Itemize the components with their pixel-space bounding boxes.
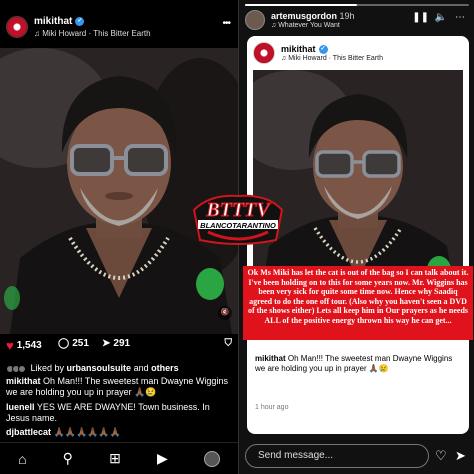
- comment-text: 🙏🏾🙏🏾🙏🏾🙏🏾🙏🏾🙏🏾: [53, 427, 121, 437]
- avatar[interactable]: [245, 10, 265, 30]
- create-icon[interactable]: ⊞: [109, 450, 121, 467]
- audio-label: Miki Howard · This Bitter Earth: [42, 29, 151, 38]
- search-icon[interactable]: ⚲: [63, 450, 73, 467]
- story-time: 19h: [339, 11, 355, 21]
- more-options-icon[interactable]: •••: [222, 18, 230, 29]
- comment-item: luenell YES WE ARE DWAYNE! Town business…: [6, 402, 232, 424]
- pause-icon[interactable]: ❚❚: [412, 12, 429, 23]
- post-audio[interactable]: ♫ Miki Howard · This Bitter Earth: [34, 29, 151, 38]
- bookmark-icon: ⛉: [224, 338, 233, 349]
- verified-badge-icon: ✓: [75, 17, 85, 26]
- story-username[interactable]: artemusgordon 19h: [271, 11, 355, 21]
- heart-icon: ♥: [6, 338, 14, 353]
- story-text-banner: Ok Ms Miki has let the cat is out of the…: [243, 266, 473, 340]
- home-icon[interactable]: ⌂: [18, 451, 26, 467]
- comment-text: YES WE ARE DWAYNE! Town business. In Jes…: [6, 402, 210, 423]
- liked-by-and: and: [131, 363, 152, 373]
- heart-icon[interactable]: ♡: [435, 448, 447, 464]
- comment-icon: ◯: [58, 338, 70, 349]
- comment-item: djbattlecat 🙏🏾🙏🏾🙏🏾🙏🏾🙏🏾🙏🏾: [6, 427, 232, 438]
- send-message-placeholder: Send message...: [258, 450, 334, 461]
- card-timestamp: 1 hour ago: [255, 404, 289, 411]
- story-audio[interactable]: ♫ Whatever You Want: [271, 22, 340, 29]
- reels-icon[interactable]: ▶: [157, 450, 168, 467]
- story-progress-fill: [245, 4, 357, 6]
- profile-avatar[interactable]: [203, 450, 220, 467]
- more-options-icon[interactable]: ⋯: [455, 12, 465, 23]
- liked-by-others[interactable]: others: [151, 363, 179, 373]
- share-count: 291: [113, 338, 131, 349]
- liked-by-user[interactable]: urbansoulsuite: [67, 363, 132, 373]
- card-username: mikithat ✓: [281, 44, 328, 54]
- send-message-input[interactable]: Send message...: [245, 444, 429, 468]
- bottom-nav: ⌂ ⚲ ⊞ ▶: [0, 442, 238, 474]
- comment-username[interactable]: djbattlecat: [6, 427, 51, 437]
- card-comment: mikithat Oh Man!!! The sweetest man Dway…: [255, 354, 461, 374]
- card-header: mikithat ✓ ♫ Miki Howard · This Bitter E…: [253, 42, 463, 68]
- comment-username[interactable]: luenell: [6, 402, 35, 412]
- avatar[interactable]: [6, 16, 28, 38]
- verified-badge-icon: ✓: [318, 44, 328, 54]
- watermark-logo: BTTTV BLANCOTARANTINO: [190, 188, 286, 248]
- save-button[interactable]: ⛉: [225, 338, 233, 349]
- post-header: mikithat ✓ ♫ Miki Howard · This Bitter E…: [6, 14, 232, 44]
- share-button[interactable]: ➤ 291: [102, 338, 130, 349]
- like-button[interactable]: ♥ 1,543: [6, 338, 42, 353]
- svg-text:BLANCOTARANTINO: BLANCOTARANTINO: [200, 221, 276, 230]
- sound-icon[interactable]: 🔈: [435, 12, 447, 23]
- card-audio-label: Miki Howard · This Bitter Earth: [288, 55, 383, 62]
- story-header: artemusgordon 19h ♫ Whatever You Want ❚❚…: [245, 10, 469, 32]
- bttv-logo-icon: BTTTV BLANCOTARANTINO: [192, 194, 284, 245]
- story-progress-bar: [245, 4, 469, 6]
- comment-count: 251: [72, 338, 89, 349]
- send-icon[interactable]: ➤: [455, 448, 466, 464]
- card-comment-username: mikithat: [255, 354, 286, 363]
- mute-icon[interactable]: 🔇: [218, 306, 232, 320]
- send-icon: ➤: [102, 338, 111, 349]
- music-note-icon: ♫: [34, 29, 43, 38]
- post-caption: mikithat Oh Man!!! The sweetest man Dway…: [6, 376, 232, 398]
- post-username[interactable]: mikithat ✓: [34, 16, 85, 27]
- username-text[interactable]: mikithat: [34, 16, 72, 27]
- liked-by-prefix: Liked by: [30, 363, 67, 373]
- story-banner-text: Ok Ms Miki has let the cat is out of the…: [247, 268, 469, 325]
- avatar: [18, 364, 26, 373]
- story-username-text[interactable]: artemusgordon: [271, 11, 337, 21]
- card-username-text: mikithat: [281, 44, 316, 54]
- like-count: 1,543: [16, 340, 42, 351]
- card-audio: ♫ Miki Howard · This Bitter Earth: [281, 55, 383, 62]
- comment-button[interactable]: ◯ 251: [58, 338, 89, 349]
- liked-by[interactable]: Liked by urbansoulsuite and others: [6, 363, 179, 373]
- post-actions: ♥ 1,543 ◯ 251 ➤ 291 ⛉: [6, 338, 232, 354]
- caption-username[interactable]: mikithat: [6, 376, 41, 386]
- svg-text:BTTTV: BTTTV: [205, 199, 271, 221]
- avatar: [253, 42, 275, 64]
